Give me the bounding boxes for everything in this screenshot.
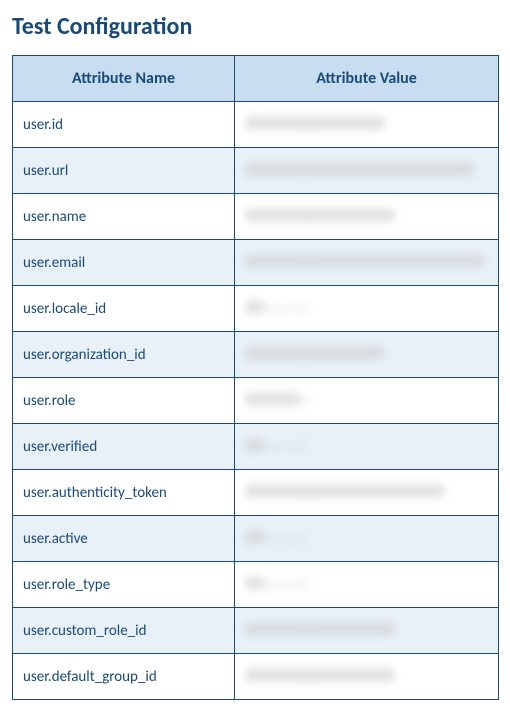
attr-name-cell: user.default_group_id	[13, 654, 235, 700]
col-header-value: Attribute Value	[235, 56, 499, 102]
attr-name-cell: user.role_type	[13, 562, 235, 608]
table-row: user.url [redacted]	[13, 148, 499, 194]
page-title: Test Configuration	[12, 12, 498, 41]
attr-value-cell: [redacted]	[235, 562, 499, 608]
redacted-value: [redacted]	[245, 392, 300, 406]
attr-value-cell: [redacted]	[235, 654, 499, 700]
attr-name-cell: user.locale_id	[13, 286, 235, 332]
attr-value-cell: [redacted]	[235, 148, 499, 194]
attr-value-cell: [redacted]	[235, 286, 499, 332]
table-row: user.name [redacted]	[13, 194, 499, 240]
redacted-value: [redacted]	[245, 668, 395, 682]
col-header-name: Attribute Name	[13, 56, 235, 102]
attr-value-cell: [redacted]	[235, 194, 499, 240]
redacted-value: [redacted]	[245, 116, 385, 130]
attr-name-cell: user.email	[13, 240, 235, 286]
table-row: user.role [redacted]	[13, 378, 499, 424]
attr-value-cell: [redacted]	[235, 240, 499, 286]
redacted-value: [redacted]	[245, 438, 265, 452]
attr-name-cell: user.custom_role_id	[13, 608, 235, 654]
attr-value-cell: [redacted]	[235, 470, 499, 516]
attr-value-cell: [redacted]	[235, 608, 499, 654]
table-row: user.locale_id [redacted]	[13, 286, 499, 332]
attr-name-cell: user.organization_id	[13, 332, 235, 378]
attr-value-cell: [redacted]	[235, 102, 499, 148]
table-row: user.role_type [redacted]	[13, 562, 499, 608]
table-row: user.organization_id [redacted]	[13, 332, 499, 378]
redacted-value: [redacted]	[245, 254, 485, 268]
attr-value-cell: [redacted]	[235, 424, 499, 470]
redacted-value: [redacted]	[245, 576, 265, 590]
redacted-value: [redacted]	[245, 300, 265, 314]
table-row: user.active [redacted]	[13, 516, 499, 562]
attr-value-cell: [redacted]	[235, 332, 499, 378]
attr-name-cell: user.url	[13, 148, 235, 194]
attr-value-cell: [redacted]	[235, 516, 499, 562]
table-row: user.email [redacted]	[13, 240, 499, 286]
table-row: user.id [redacted]	[13, 102, 499, 148]
table-row: user.custom_role_id [redacted]	[13, 608, 499, 654]
attr-value-cell: [redacted]	[235, 378, 499, 424]
attr-name-cell: user.authenticity_token	[13, 470, 235, 516]
attributes-table: Attribute Name Attribute Value user.id [r…	[12, 55, 499, 700]
redacted-value: [redacted]	[245, 162, 475, 176]
redacted-value: [redacted]	[245, 530, 265, 544]
attr-name-cell: user.id	[13, 102, 235, 148]
attr-name-cell: user.verified	[13, 424, 235, 470]
redacted-value: [redacted]	[245, 208, 395, 222]
table-row: user.authenticity_token [redacted]	[13, 470, 499, 516]
attr-name-cell: user.name	[13, 194, 235, 240]
table-row: user.default_group_id [redacted]	[13, 654, 499, 700]
table-row: user.verified [redacted]	[13, 424, 499, 470]
attr-name-cell: user.role	[13, 378, 235, 424]
redacted-value: [redacted]	[245, 346, 385, 360]
attr-name-cell: user.active	[13, 516, 235, 562]
redacted-value: [redacted]	[245, 622, 395, 636]
redacted-value: [redacted]	[245, 484, 445, 498]
